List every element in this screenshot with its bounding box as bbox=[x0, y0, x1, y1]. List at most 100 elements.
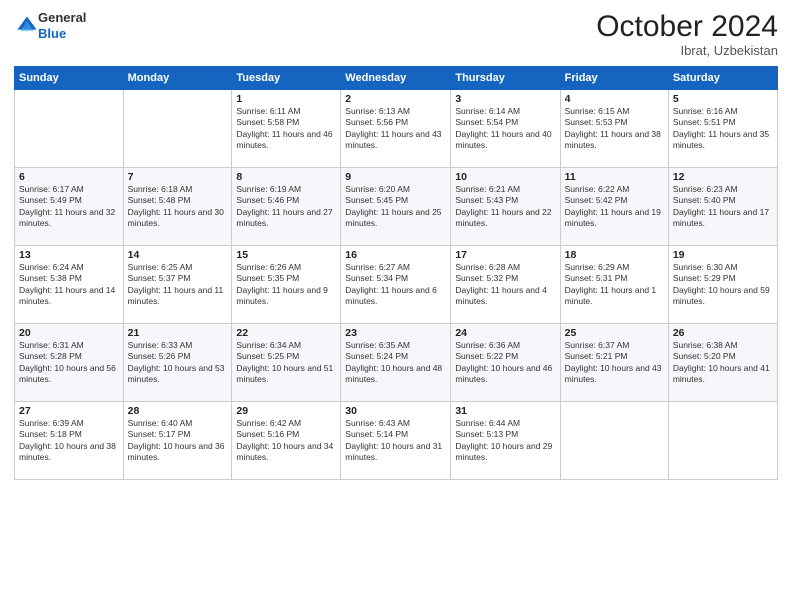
day-info: Sunrise: 6:42 AMSunset: 5:16 PMDaylight:… bbox=[236, 418, 336, 464]
day-number: 22 bbox=[236, 327, 336, 339]
day-info: Sunrise: 6:31 AMSunset: 5:28 PMDaylight:… bbox=[19, 340, 119, 386]
table-row: 27Sunrise: 6:39 AMSunset: 5:18 PMDayligh… bbox=[15, 402, 124, 480]
header-sunday: Sunday bbox=[15, 67, 124, 90]
day-number: 14 bbox=[128, 249, 228, 261]
day-number: 20 bbox=[19, 327, 119, 339]
header-saturday: Saturday bbox=[668, 67, 777, 90]
day-info: Sunrise: 6:23 AMSunset: 5:40 PMDaylight:… bbox=[673, 184, 773, 230]
day-info: Sunrise: 6:43 AMSunset: 5:14 PMDaylight:… bbox=[345, 418, 446, 464]
day-number: 31 bbox=[455, 405, 555, 417]
day-number: 3 bbox=[455, 93, 555, 105]
day-info: Sunrise: 6:24 AMSunset: 5:38 PMDaylight:… bbox=[19, 262, 119, 308]
day-number: 11 bbox=[565, 171, 664, 183]
day-number: 9 bbox=[345, 171, 446, 183]
table-row: 21Sunrise: 6:33 AMSunset: 5:26 PMDayligh… bbox=[123, 324, 232, 402]
day-number: 7 bbox=[128, 171, 228, 183]
table-row: 18Sunrise: 6:29 AMSunset: 5:31 PMDayligh… bbox=[560, 246, 668, 324]
logo-blue: Blue bbox=[38, 26, 86, 42]
header-wednesday: Wednesday bbox=[341, 67, 451, 90]
day-info: Sunrise: 6:36 AMSunset: 5:22 PMDaylight:… bbox=[455, 340, 555, 386]
day-info: Sunrise: 6:11 AMSunset: 5:58 PMDaylight:… bbox=[236, 106, 336, 152]
day-info: Sunrise: 6:18 AMSunset: 5:48 PMDaylight:… bbox=[128, 184, 228, 230]
table-row: 20Sunrise: 6:31 AMSunset: 5:28 PMDayligh… bbox=[15, 324, 124, 402]
day-info: Sunrise: 6:17 AMSunset: 5:49 PMDaylight:… bbox=[19, 184, 119, 230]
day-number: 16 bbox=[345, 249, 446, 261]
day-number: 21 bbox=[128, 327, 228, 339]
table-row: 4Sunrise: 6:15 AMSunset: 5:53 PMDaylight… bbox=[560, 90, 668, 168]
day-number: 25 bbox=[565, 327, 664, 339]
day-info: Sunrise: 6:29 AMSunset: 5:31 PMDaylight:… bbox=[565, 262, 664, 308]
day-info: Sunrise: 6:40 AMSunset: 5:17 PMDaylight:… bbox=[128, 418, 228, 464]
day-info: Sunrise: 6:16 AMSunset: 5:51 PMDaylight:… bbox=[673, 106, 773, 152]
day-number: 28 bbox=[128, 405, 228, 417]
logo-icon bbox=[16, 15, 38, 37]
day-info: Sunrise: 6:38 AMSunset: 5:20 PMDaylight:… bbox=[673, 340, 773, 386]
day-info: Sunrise: 6:35 AMSunset: 5:24 PMDaylight:… bbox=[345, 340, 446, 386]
logo-general: General bbox=[38, 10, 86, 26]
day-info: Sunrise: 6:28 AMSunset: 5:32 PMDaylight:… bbox=[455, 262, 555, 308]
day-number: 1 bbox=[236, 93, 336, 105]
day-number: 6 bbox=[19, 171, 119, 183]
table-row: 9Sunrise: 6:20 AMSunset: 5:45 PMDaylight… bbox=[341, 168, 451, 246]
table-row: 31Sunrise: 6:44 AMSunset: 5:13 PMDayligh… bbox=[451, 402, 560, 480]
day-info: Sunrise: 6:25 AMSunset: 5:37 PMDaylight:… bbox=[128, 262, 228, 308]
day-info: Sunrise: 6:44 AMSunset: 5:13 PMDaylight:… bbox=[455, 418, 555, 464]
table-row: 11Sunrise: 6:22 AMSunset: 5:42 PMDayligh… bbox=[560, 168, 668, 246]
location: Ibrat, Uzbekistan bbox=[596, 43, 778, 58]
header-friday: Friday bbox=[560, 67, 668, 90]
day-number: 30 bbox=[345, 405, 446, 417]
table-row: 12Sunrise: 6:23 AMSunset: 5:40 PMDayligh… bbox=[668, 168, 777, 246]
table-row: 2Sunrise: 6:13 AMSunset: 5:56 PMDaylight… bbox=[341, 90, 451, 168]
day-number: 26 bbox=[673, 327, 773, 339]
day-info: Sunrise: 6:37 AMSunset: 5:21 PMDaylight:… bbox=[565, 340, 664, 386]
day-info: Sunrise: 6:13 AMSunset: 5:56 PMDaylight:… bbox=[345, 106, 446, 152]
day-number: 19 bbox=[673, 249, 773, 261]
table-row: 24Sunrise: 6:36 AMSunset: 5:22 PMDayligh… bbox=[451, 324, 560, 402]
table-row bbox=[668, 402, 777, 480]
day-info: Sunrise: 6:26 AMSunset: 5:35 PMDaylight:… bbox=[236, 262, 336, 308]
table-row bbox=[15, 90, 124, 168]
day-number: 8 bbox=[236, 171, 336, 183]
table-row bbox=[123, 90, 232, 168]
table-row: 26Sunrise: 6:38 AMSunset: 5:20 PMDayligh… bbox=[668, 324, 777, 402]
header-monday: Monday bbox=[123, 67, 232, 90]
day-number: 13 bbox=[19, 249, 119, 261]
day-info: Sunrise: 6:27 AMSunset: 5:34 PMDaylight:… bbox=[345, 262, 446, 308]
day-info: Sunrise: 6:39 AMSunset: 5:18 PMDaylight:… bbox=[19, 418, 119, 464]
table-row: 8Sunrise: 6:19 AMSunset: 5:46 PMDaylight… bbox=[232, 168, 341, 246]
logo: General Blue bbox=[14, 10, 86, 41]
table-row: 30Sunrise: 6:43 AMSunset: 5:14 PMDayligh… bbox=[341, 402, 451, 480]
day-number: 29 bbox=[236, 405, 336, 417]
day-number: 15 bbox=[236, 249, 336, 261]
day-info: Sunrise: 6:22 AMSunset: 5:42 PMDaylight:… bbox=[565, 184, 664, 230]
table-row: 14Sunrise: 6:25 AMSunset: 5:37 PMDayligh… bbox=[123, 246, 232, 324]
table-row bbox=[560, 402, 668, 480]
header-tuesday: Tuesday bbox=[232, 67, 341, 90]
table-row: 16Sunrise: 6:27 AMSunset: 5:34 PMDayligh… bbox=[341, 246, 451, 324]
page-header: General Blue October 2024 Ibrat, Uzbekis… bbox=[14, 10, 778, 58]
day-info: Sunrise: 6:21 AMSunset: 5:43 PMDaylight:… bbox=[455, 184, 555, 230]
table-row: 15Sunrise: 6:26 AMSunset: 5:35 PMDayligh… bbox=[232, 246, 341, 324]
table-row: 17Sunrise: 6:28 AMSunset: 5:32 PMDayligh… bbox=[451, 246, 560, 324]
table-row: 6Sunrise: 6:17 AMSunset: 5:49 PMDaylight… bbox=[15, 168, 124, 246]
table-row: 22Sunrise: 6:34 AMSunset: 5:25 PMDayligh… bbox=[232, 324, 341, 402]
table-row: 19Sunrise: 6:30 AMSunset: 5:29 PMDayligh… bbox=[668, 246, 777, 324]
table-row: 3Sunrise: 6:14 AMSunset: 5:54 PMDaylight… bbox=[451, 90, 560, 168]
day-info: Sunrise: 6:14 AMSunset: 5:54 PMDaylight:… bbox=[455, 106, 555, 152]
table-row: 13Sunrise: 6:24 AMSunset: 5:38 PMDayligh… bbox=[15, 246, 124, 324]
day-number: 10 bbox=[455, 171, 555, 183]
table-row: 5Sunrise: 6:16 AMSunset: 5:51 PMDaylight… bbox=[668, 90, 777, 168]
day-number: 12 bbox=[673, 171, 773, 183]
calendar-header-row: Sunday Monday Tuesday Wednesday Thursday… bbox=[15, 67, 778, 90]
day-info: Sunrise: 6:34 AMSunset: 5:25 PMDaylight:… bbox=[236, 340, 336, 386]
table-row: 1Sunrise: 6:11 AMSunset: 5:58 PMDaylight… bbox=[232, 90, 341, 168]
table-row: 10Sunrise: 6:21 AMSunset: 5:43 PMDayligh… bbox=[451, 168, 560, 246]
day-info: Sunrise: 6:15 AMSunset: 5:53 PMDaylight:… bbox=[565, 106, 664, 152]
day-number: 18 bbox=[565, 249, 664, 261]
table-row: 29Sunrise: 6:42 AMSunset: 5:16 PMDayligh… bbox=[232, 402, 341, 480]
table-row: 28Sunrise: 6:40 AMSunset: 5:17 PMDayligh… bbox=[123, 402, 232, 480]
calendar-table: Sunday Monday Tuesday Wednesday Thursday… bbox=[14, 66, 778, 480]
table-row: 7Sunrise: 6:18 AMSunset: 5:48 PMDaylight… bbox=[123, 168, 232, 246]
day-number: 27 bbox=[19, 405, 119, 417]
day-info: Sunrise: 6:19 AMSunset: 5:46 PMDaylight:… bbox=[236, 184, 336, 230]
